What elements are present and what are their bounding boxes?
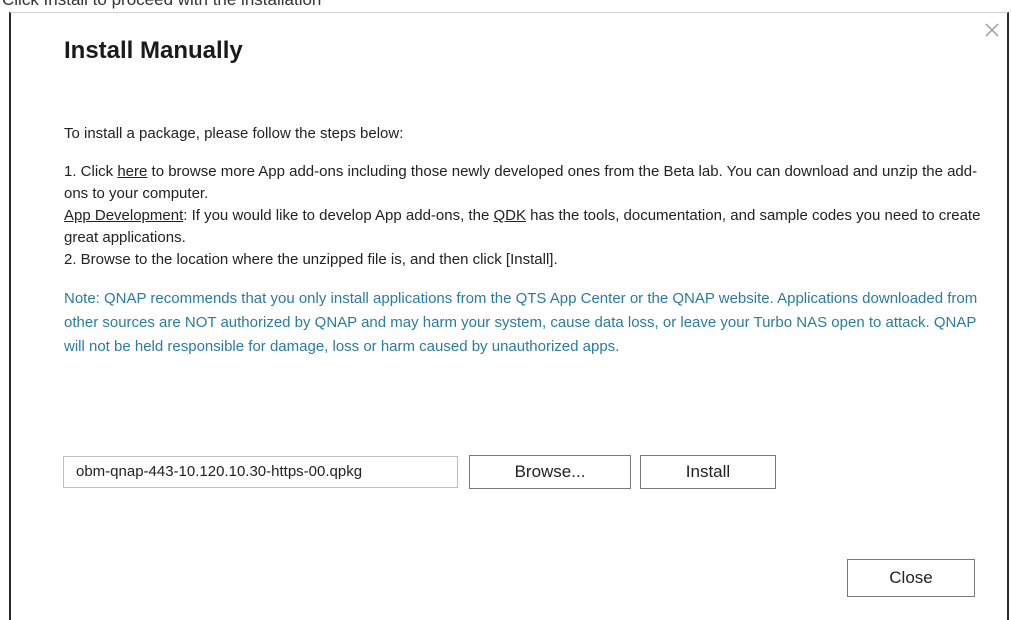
dialog-title: Install Manually xyxy=(64,37,243,64)
instructions: To install a package, please follow the … xyxy=(64,123,994,359)
qdk-link[interactable]: QDK xyxy=(493,207,526,224)
background-text: Click Install to proceed with the instal… xyxy=(2,0,321,10)
here-link[interactable]: here xyxy=(117,163,147,180)
background-window-fragment: Click Install to proceed with the instal… xyxy=(0,0,1011,12)
step-1: 1. Click here to browse more App add-ons… xyxy=(64,161,994,205)
app-development-link[interactable]: App Development xyxy=(64,207,183,224)
app-development: App Development: If you would like to de… xyxy=(64,205,994,249)
install-manually-dialog: Install Manually To install a package, p… xyxy=(9,12,1009,620)
step-1-prefix: 1. Click xyxy=(64,163,118,180)
file-selection-row: obm-qnap-443-10.120.10.30-https-00.qpkg … xyxy=(63,455,776,489)
step-1-suffix: to browse more App add-ons including tho… xyxy=(64,163,978,202)
file-path-field[interactable]: obm-qnap-443-10.120.10.30-https-00.qpkg xyxy=(63,456,458,488)
close-button[interactable]: Close xyxy=(847,559,975,597)
close-icon[interactable] xyxy=(981,19,1003,41)
install-button[interactable]: Install xyxy=(640,455,776,489)
browse-button[interactable]: Browse... xyxy=(469,455,631,489)
security-note: Note: QNAP recommends that you only inst… xyxy=(64,290,978,355)
step-2: 2. Browse to the location where the unzi… xyxy=(64,251,558,268)
app-development-text-1: : If you would like to develop App add-o… xyxy=(183,207,494,224)
intro-text: To install a package, please follow the … xyxy=(64,125,404,142)
